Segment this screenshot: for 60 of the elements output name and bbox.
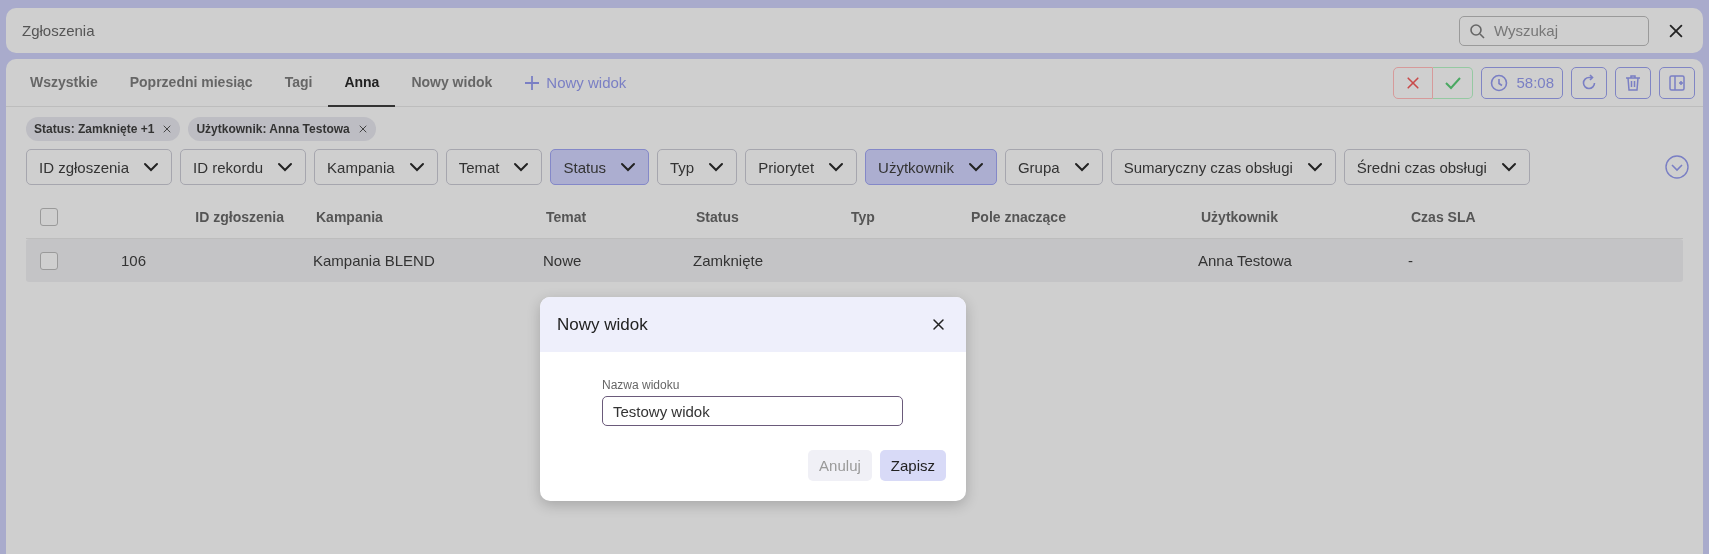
- filter-dropdown[interactable]: Grupa: [1004, 149, 1103, 185]
- filter-dropdown[interactable]: Priorytet: [745, 149, 858, 185]
- filter-dropdown[interactable]: Temat: [445, 149, 543, 185]
- view-name-field[interactable]: Testowy widok: [602, 396, 903, 426]
- table-cell-text: Nowe: [542, 252, 583, 269]
- delete-button[interactable]: [1615, 66, 1651, 99]
- filter-dropdown[interactable]: Typ: [657, 149, 738, 185]
- table-cell-text: Zamknięte: [692, 252, 765, 269]
- remove-filter-button[interactable]: [162, 124, 173, 134]
- column-header[interactable]: Pole znaczące: [961, 208, 1191, 225]
- filter-dropdown[interactable]: Użytkownik: [865, 149, 997, 185]
- table-cell-text: Kampania BLEND: [312, 252, 436, 269]
- filter-dropdown[interactable]: Status: [550, 149, 649, 185]
- confirm-button[interactable]: [1433, 66, 1474, 99]
- page-title: Zgłoszenia: [22, 22, 96, 39]
- table-row[interactable]: 106 Kampania BLEND Nowe Zamknięte Anna Testowa -: [26, 239, 1683, 282]
- close-icon: [1405, 74, 1422, 91]
- column-header[interactable]: Typ: [841, 208, 961, 225]
- cancel-button[interactable]: [1393, 66, 1434, 99]
- filter-dropdown[interactable]: Średni czas obsługi: [1343, 149, 1530, 185]
- side-panel-icon: [1668, 73, 1686, 92]
- table-cell-text: 106: [120, 252, 148, 269]
- column-header[interactable]: Czas SLA: [1401, 208, 1683, 225]
- filter-dropdown[interactable]: ID zgłoszenia: [26, 149, 173, 185]
- remove-filter-button[interactable]: [357, 124, 368, 134]
- view-tab[interactable]: Anna: [328, 59, 396, 107]
- expand-button[interactable]: [1665, 155, 1689, 179]
- checkbox[interactable]: [40, 207, 58, 226]
- save-button[interactable]: Zapisz: [879, 450, 946, 481]
- table-cell-text: Anna Testowa: [1197, 252, 1293, 269]
- view-tab[interactable]: Nowy widok: [395, 59, 509, 107]
- view-tab[interactable]: Wszystkie: [14, 59, 114, 107]
- chip-label: Status: Zamknięte +1: [34, 122, 155, 136]
- column-header[interactable]: Temat: [536, 208, 686, 225]
- view-tab[interactable]: Tagi: [268, 59, 329, 107]
- close-icon: [931, 317, 946, 332]
- view-tab[interactable]: Poprzedni miesiąc: [113, 59, 269, 107]
- checkbox[interactable]: [40, 251, 58, 270]
- column-header[interactable]: Status: [686, 208, 841, 225]
- chip-label: Użytkownik: Anna Testowa: [196, 122, 350, 136]
- column-header[interactable]: ID zgłoszenia: [185, 208, 306, 225]
- refresh-button[interactable]: [1571, 66, 1607, 99]
- close-icon: [162, 124, 173, 134]
- column-header[interactable]: Kampania: [306, 208, 536, 225]
- filter-dropdown[interactable]: Kampania: [314, 149, 438, 185]
- panel-button[interactable]: [1659, 66, 1695, 99]
- refresh-icon: [1580, 73, 1598, 92]
- search-icon: [1469, 22, 1485, 39]
- table-cell-text: -: [1407, 252, 1414, 269]
- column-header[interactable]: Użytkownik: [1191, 208, 1401, 225]
- trash-icon: [1624, 73, 1642, 92]
- chevron-circle-icon: [1665, 155, 1689, 179]
- filter-dropdown[interactable]: ID rekordu: [180, 149, 307, 185]
- field-label: Nazwa widoku: [602, 378, 681, 392]
- search-field[interactable]: Wyszukaj: [1459, 15, 1649, 46]
- clock-icon: [1490, 73, 1509, 92]
- dialog-title: Nowy widok: [557, 314, 648, 335]
- close-icon: [357, 124, 368, 134]
- plus-icon: [524, 74, 541, 91]
- filter-dropdown[interactable]: Sumaryczny czas obsługi: [1110, 149, 1336, 185]
